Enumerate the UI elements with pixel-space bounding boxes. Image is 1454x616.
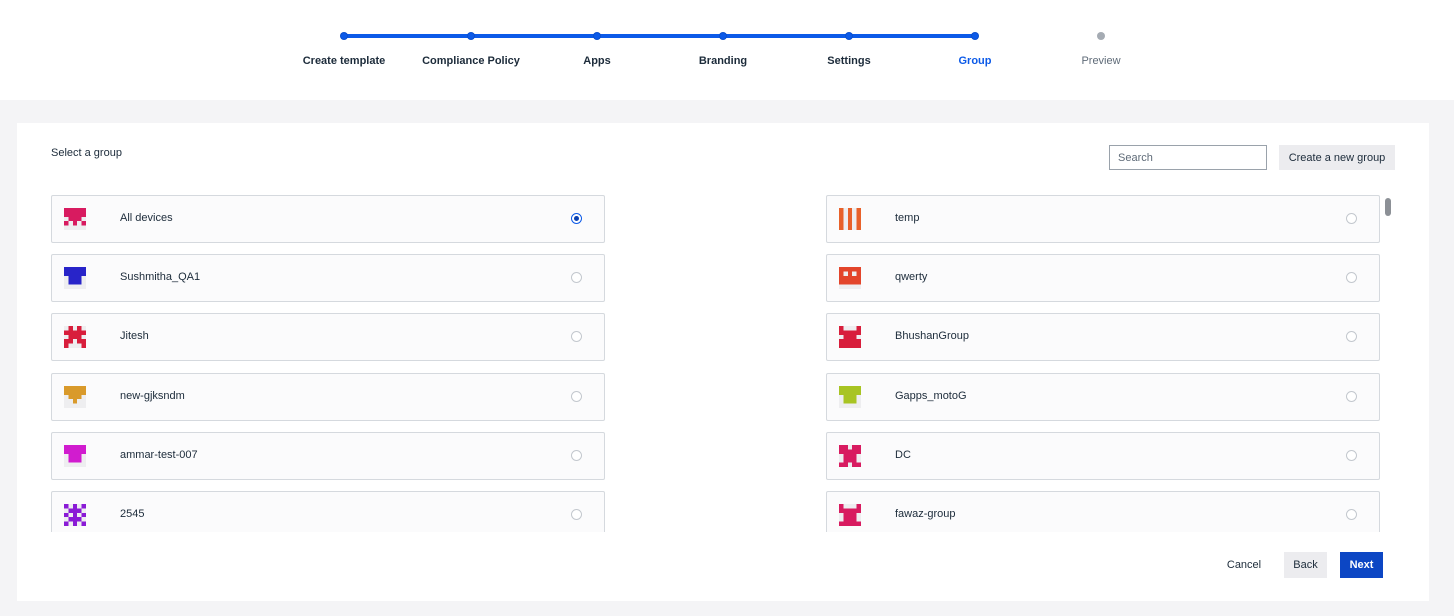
group-row[interactable]: All devices <box>51 195 605 243</box>
group-name-label: qwerty <box>895 271 928 284</box>
select-group-card: Select a group Create a new group All de… <box>17 123 1429 601</box>
step-dot-preview <box>1097 32 1105 40</box>
group-avatar-icon <box>839 326 861 349</box>
step-preview: Preview <box>1081 55 1121 67</box>
group-radio-button[interactable] <box>1346 508 1357 520</box>
group-radio-button[interactable] <box>1346 213 1357 224</box>
group-avatar-icon <box>839 444 861 467</box>
group-name-label: 2545 <box>120 507 145 520</box>
group-row[interactable]: Jitesh <box>51 313 605 362</box>
step-dot-compliance-policy <box>468 33 474 39</box>
group-row[interactable]: DC <box>826 431 1380 480</box>
group-radio-button[interactable] <box>571 272 582 284</box>
group-radio-button[interactable] <box>571 331 582 343</box>
stepper-progress-track <box>344 34 978 38</box>
scrollbar-thumb[interactable] <box>1385 198 1391 216</box>
group-row[interactable]: new-gjksndm <box>51 372 605 421</box>
cancel-button[interactable]: Cancel <box>1216 552 1272 578</box>
group-name-label: Jitesh <box>120 330 149 343</box>
group-name-label: new-gjksndm <box>120 389 185 402</box>
group-row[interactable]: temp <box>826 195 1380 243</box>
group-name-label: fawaz-group <box>895 507 956 520</box>
group-radio-button[interactable] <box>571 390 582 402</box>
group-avatar-icon <box>64 208 86 230</box>
group-avatar-icon <box>64 503 86 526</box>
search-input[interactable] <box>1109 145 1267 170</box>
step-dot-group <box>972 33 978 39</box>
group-column-left: All devices Sushmitha_QA1 Jitesh new-gjksnd… <box>51 195 605 532</box>
wizard-stepper: Create template Compliance Policy Apps B… <box>0 0 1454 100</box>
group-avatar-icon <box>839 267 861 290</box>
back-button[interactable]: Back <box>1284 552 1327 578</box>
group-radio-button[interactable] <box>571 213 582 224</box>
next-button[interactable]: Next <box>1340 552 1383 578</box>
group-avatar-icon <box>64 326 86 349</box>
group-avatar-icon <box>64 444 86 467</box>
group-row[interactable]: 2545 <box>51 490 605 532</box>
group-row[interactable]: fawaz-group <box>826 490 1380 532</box>
step-dot-apps <box>594 33 600 39</box>
group-name-label: ammar-test-007 <box>120 448 198 461</box>
group-radio-button[interactable] <box>1346 390 1357 402</box>
group-radio-button[interactable] <box>1346 331 1357 343</box>
group-row[interactable]: BhushanGroup <box>826 313 1380 362</box>
group-name-label: DC <box>895 448 911 461</box>
step-dot-settings <box>846 33 852 39</box>
group-row[interactable]: Gapps_motoG <box>826 372 1380 421</box>
group-name-label: All devices <box>120 212 173 224</box>
group-name-label: BhushanGroup <box>895 330 969 343</box>
group-column-right: temp qwerty BhushanGroup Gapps_motoG DC fawaz… <box>826 195 1380 532</box>
group-avatar-icon <box>839 503 861 526</box>
group-avatar-icon <box>839 208 861 230</box>
group-name-label: Sushmitha_QA1 <box>120 271 201 284</box>
group-radio-button[interactable] <box>571 508 582 520</box>
panel-title: Select a group <box>51 147 122 159</box>
group-name-label: temp <box>895 212 920 224</box>
create-new-group-button[interactable]: Create a new group <box>1279 145 1395 170</box>
group-name-label: Gapps_motoG <box>895 389 967 402</box>
group-avatar-icon <box>64 267 86 290</box>
group-list-scrollbar[interactable] <box>1383 196 1394 532</box>
group-row[interactable]: ammar-test-007 <box>51 431 605 480</box>
step-dot-create-template <box>341 33 347 39</box>
step-dot-branding <box>720 33 726 39</box>
group-row[interactable]: qwerty <box>826 254 1380 303</box>
group-radio-button[interactable] <box>1346 449 1357 461</box>
group-radio-button[interactable] <box>571 449 582 461</box>
group-avatar-icon <box>64 385 86 408</box>
group-row[interactable]: Sushmitha_QA1 <box>51 254 605 303</box>
group-radio-button[interactable] <box>1346 272 1357 284</box>
group-avatar-icon <box>839 385 861 408</box>
group-list[interactable]: All devices Sushmitha_QA1 Jitesh new-gjksnd… <box>51 195 1396 532</box>
